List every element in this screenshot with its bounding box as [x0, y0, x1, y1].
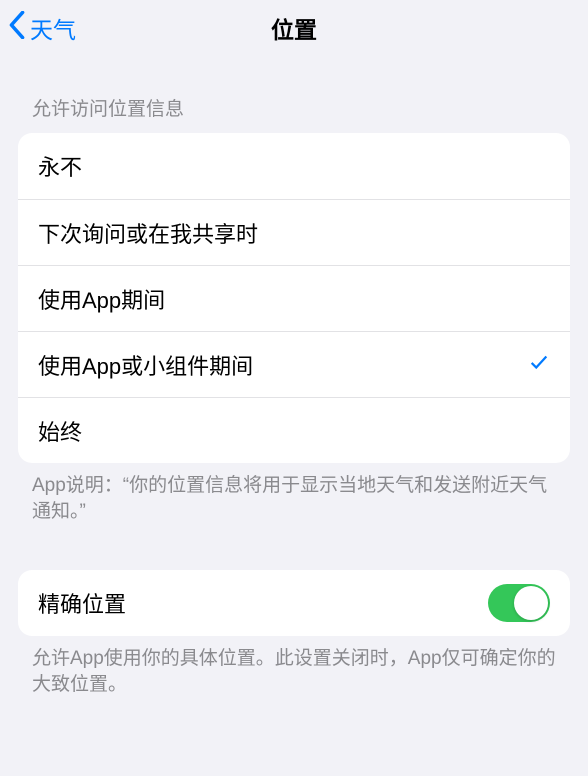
option-label: 永不	[38, 150, 82, 182]
location-access-group: 永不 下次询问或在我共享时 使用App期间 使用App或小组件期间 始终	[18, 133, 570, 463]
option-ask-next-time[interactable]: 下次询问或在我共享时	[18, 199, 570, 265]
option-label: 始终	[38, 415, 82, 447]
page-title: 位置	[271, 11, 317, 45]
navbar: 天气 位置	[0, 0, 588, 56]
precise-location-toggle[interactable]	[488, 584, 550, 622]
option-label: 使用App或小组件期间	[38, 349, 253, 381]
option-label: 使用App期间	[38, 283, 165, 315]
option-label: 下次询问或在我共享时	[38, 217, 258, 249]
toggle-knob	[514, 586, 548, 620]
section-header-access: 允许访问位置信息	[0, 56, 588, 133]
option-while-using-app[interactable]: 使用App期间	[18, 265, 570, 331]
back-button[interactable]: 天气	[8, 11, 76, 46]
precise-location-row[interactable]: 精确位置	[18, 570, 570, 636]
option-while-using-app-or-widgets[interactable]: 使用App或小组件期间	[18, 331, 570, 397]
option-never[interactable]: 永不	[18, 133, 570, 199]
checkmark-icon	[528, 351, 550, 379]
chevron-left-icon	[8, 11, 26, 46]
precise-location-label: 精确位置	[38, 587, 126, 619]
section-footer-precise: 允许App使用你的具体位置。此设置关闭时，App仅可确定你的大致位置。	[0, 636, 588, 697]
precise-location-group: 精确位置	[18, 570, 570, 636]
back-label: 天气	[30, 11, 76, 45]
section-footer-app-description: App说明：“你的位置信息将用于显示当地天气和发送附近天气通知。”	[0, 463, 588, 524]
option-always[interactable]: 始终	[18, 397, 570, 463]
